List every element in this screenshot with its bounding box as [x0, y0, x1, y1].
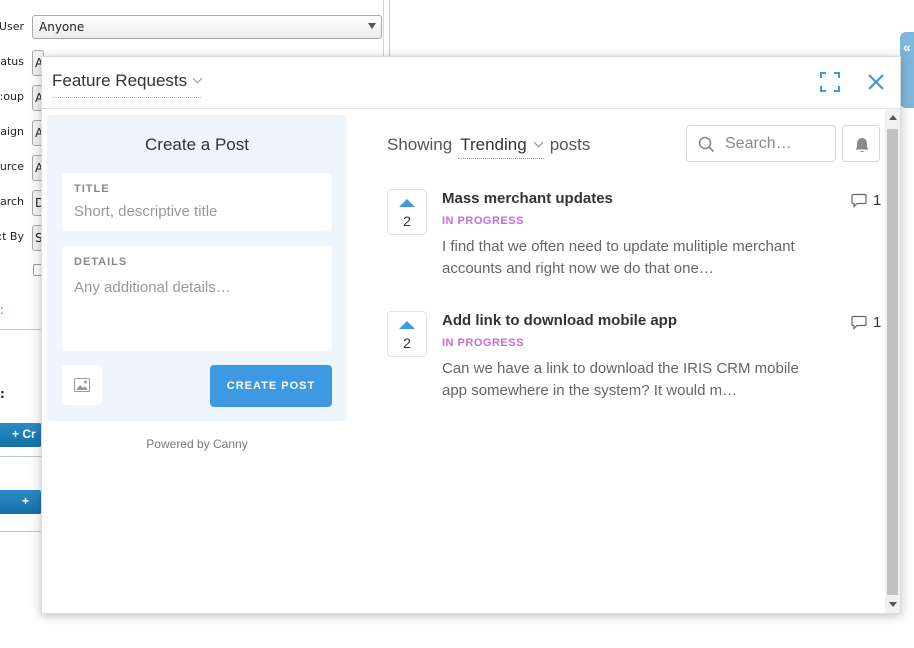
details-field-label: DETAILS — [74, 256, 128, 268]
filter-label-user: User: — [0, 20, 24, 33]
plus-icon: + — [22, 494, 30, 508]
post-item: 2 Add link to download mobile app IN PRO… — [387, 311, 882, 411]
post-title[interactable]: Add link to download mobile app — [442, 312, 677, 329]
bell-icon — [855, 138, 869, 152]
scroll-down-arrow-icon[interactable] — [889, 602, 897, 607]
feature-requests-modal: Feature Requests Create a Post TITLE Sho… — [41, 56, 901, 614]
image-icon — [74, 378, 90, 392]
select-arrow-icon — [368, 23, 376, 29]
details-field-placeholder: Any additional details… — [74, 279, 231, 296]
post-item: 2 Mass merchant updates IN PROGRESS I fi… — [387, 189, 882, 289]
background-colon-marker: : — [0, 303, 5, 317]
user-filter-value: Anyone — [39, 20, 85, 34]
upvote-arrow-icon — [399, 199, 415, 207]
search-box[interactable] — [686, 125, 836, 162]
create-post-button[interactable]: CREATE POST — [210, 365, 332, 407]
feedback-side-tab[interactable]: « — [900, 32, 914, 108]
comment-count: 1 — [851, 190, 881, 209]
upvote-button[interactable]: 2 — [387, 311, 427, 357]
upvote-button[interactable]: 2 — [387, 189, 427, 235]
filter-label-group: oup: — [0, 90, 24, 103]
scroll-up-arrow-icon[interactable] — [889, 115, 897, 120]
chevron-down-icon — [533, 137, 544, 148]
create-post-heading: Create a Post — [145, 135, 249, 154]
post-status-badge: IN PROGRESS — [442, 215, 524, 227]
modal-header: Feature Requests — [42, 57, 900, 109]
expand-icon[interactable] — [819, 71, 841, 93]
filter-label-sort-by: t By: — [0, 230, 24, 243]
post-details[interactable]: I find that we often need to update muli… — [442, 236, 817, 280]
upvote-arrow-icon — [399, 321, 415, 329]
comment-icon — [851, 315, 867, 330]
chevron-down-icon — [192, 73, 203, 84]
title-field-label: TITLE — [74, 183, 110, 195]
sort-value: Trending — [460, 135, 527, 154]
post-details[interactable]: Can we have a link to download the IRIS … — [442, 358, 817, 402]
comment-count-value: 1 — [873, 314, 882, 331]
notifications-button[interactable] — [842, 125, 880, 162]
details-field[interactable]: DETAILS Any additional details… — [62, 246, 332, 351]
background-colon-marker-2: : — [0, 387, 5, 401]
background-divider-3 — [0, 531, 42, 532]
plus-icon: + — [12, 427, 23, 441]
comment-icon — [851, 193, 867, 208]
background-divider-2 — [0, 456, 42, 457]
title-field[interactable]: TITLE Short, descriptive title — [62, 173, 332, 231]
filter-label-search: arch: — [0, 195, 24, 208]
vote-count: 2 — [403, 335, 411, 351]
feed-sort-bar: Showing Trending posts — [387, 135, 590, 159]
scrollbar-thumb[interactable] — [887, 129, 898, 595]
search-icon — [698, 136, 715, 153]
search-input[interactable] — [725, 134, 830, 154]
modal-body: Create a Post TITLE Short, descriptive t… — [42, 109, 900, 613]
background-add-button[interactable]: + — [0, 490, 42, 514]
filter-label-status: atus: — [0, 55, 24, 68]
comment-count-value: 1 — [873, 192, 882, 209]
create-post-card: Create a Post TITLE Short, descriptive t… — [47, 115, 347, 421]
background-panel-edge — [383, 0, 384, 60]
post-title[interactable]: Mass merchant updates — [442, 190, 613, 207]
attach-image-button[interactable] — [62, 365, 102, 405]
filter-label-campaign: aign: — [0, 125, 24, 138]
user-filter-select[interactable]: Anyone — [32, 15, 382, 39]
filter-label-source: urce: — [0, 160, 24, 173]
comment-count: 1 — [851, 312, 881, 331]
background-divider — [0, 329, 42, 330]
sort-selector[interactable]: Trending — [458, 135, 544, 159]
title-field-placeholder: Short, descriptive title — [74, 203, 218, 220]
powered-by-link[interactable]: Powered by Canny — [47, 437, 347, 451]
background-create-label: Cr — [22, 427, 36, 441]
board-selector[interactable]: Feature Requests — [52, 71, 203, 98]
double-chevron-left-icon: « — [903, 39, 911, 55]
board-name: Feature Requests — [52, 71, 188, 90]
showing-prefix: Showing — [387, 135, 453, 154]
feed-scrollbar[interactable] — [885, 109, 900, 613]
showing-suffix: posts — [549, 135, 591, 154]
background-create-button[interactable]: + Cr — [0, 423, 42, 447]
close-icon[interactable] — [865, 71, 887, 93]
vote-count: 2 — [403, 213, 411, 229]
post-status-badge: IN PROGRESS — [442, 337, 524, 349]
